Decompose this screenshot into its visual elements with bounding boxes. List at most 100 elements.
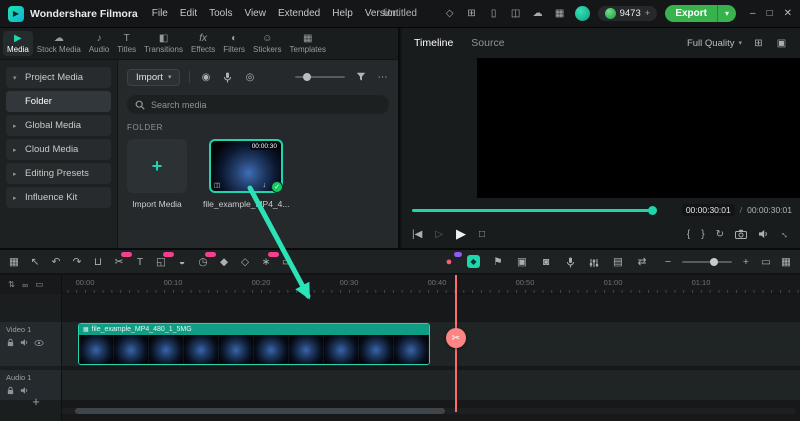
- avatar[interactable]: [574, 6, 590, 21]
- menu-tools[interactable]: Tools: [209, 8, 232, 19]
- slider-handle[interactable]: [303, 73, 311, 81]
- fit-timeline-icon[interactable]: ▭: [760, 255, 772, 269]
- snapshot-camera-icon[interactable]: [735, 229, 747, 239]
- lock-icon[interactable]: [6, 338, 15, 347]
- sidebar-item-influence-kit[interactable]: ▸ Influence Kit: [6, 187, 111, 208]
- split-icon[interactable]: ✂: [113, 251, 132, 269]
- voiceover-mic-icon[interactable]: [564, 255, 576, 268]
- toolbar-menu-icon[interactable]: ▦: [8, 255, 20, 269]
- menu-help[interactable]: Help: [332, 8, 353, 19]
- credits-badge[interactable]: 9473 +: [597, 6, 658, 21]
- menu-view[interactable]: View: [244, 8, 266, 19]
- maximize-button[interactable]: □: [767, 8, 773, 19]
- download-icon[interactable]: ↓: [263, 182, 267, 189]
- sidebar-item-folder[interactable]: Folder: [6, 91, 111, 112]
- ai-tools-icon[interactable]: ∗: [260, 251, 279, 269]
- mute-speaker-icon[interactable]: [20, 338, 29, 347]
- undo-icon[interactable]: ↶: [50, 255, 62, 269]
- playhead-scissors-icon[interactable]: ✂: [446, 328, 466, 348]
- horizontal-scrollbar-thumb[interactable]: [75, 408, 445, 414]
- keyframe-icon[interactable]: ◆: [218, 255, 230, 269]
- film-roll-icon[interactable]: ▤: [612, 255, 624, 269]
- lock-icon[interactable]: [6, 386, 15, 395]
- text-tool-icon[interactable]: T: [134, 255, 146, 269]
- audio-mixer-icon[interactable]: [588, 256, 600, 268]
- tab-transitions[interactable]: ◧ Transitions: [140, 31, 187, 56]
- tab-filters[interactable]: ◐ Filters: [219, 31, 249, 56]
- delete-icon[interactable]: ⊔: [92, 255, 104, 269]
- marker-icon[interactable]: ⚑: [492, 255, 504, 269]
- menu-edit[interactable]: Edit: [180, 8, 197, 19]
- rotate-icon[interactable]: ↻: [716, 229, 724, 240]
- search-input[interactable]: [151, 99, 381, 110]
- slider-handle[interactable]: [710, 257, 718, 266]
- media-clip-tile[interactable]: 00:00:30 ◫ ↓ ✓: [209, 139, 283, 193]
- record-button[interactable]: ●: [443, 251, 462, 269]
- chroma-key-icon[interactable]: ◙: [540, 255, 552, 269]
- seek-bar[interactable]: [412, 209, 652, 212]
- step-back-button[interactable]: |◀: [412, 229, 422, 240]
- add-keyframe-button[interactable]: ◆: [467, 255, 480, 268]
- auto-ripple-icon[interactable]: ⇄: [636, 255, 648, 269]
- add-credits-icon[interactable]: +: [645, 8, 651, 19]
- export-caret-icon[interactable]: ▾: [716, 5, 736, 22]
- close-button[interactable]: ✕: [784, 8, 792, 19]
- track-manager-icon[interactable]: ▦: [780, 255, 792, 269]
- import-button[interactable]: Import ▾: [127, 68, 181, 86]
- search-bar[interactable]: [127, 95, 389, 114]
- tab-effects[interactable]: fx Effects: [187, 31, 219, 56]
- zoom-in-icon[interactable]: +: [740, 255, 752, 269]
- link-clips-icon[interactable]: ∞: [22, 280, 28, 290]
- sidebar-item-project-media[interactable]: ▾ Project Media: [6, 67, 111, 88]
- render-icon[interactable]: ▭: [281, 255, 293, 269]
- speed-icon[interactable]: ◷: [197, 251, 216, 269]
- mobile-icon[interactable]: ▯: [487, 8, 501, 19]
- timeline-zoom-slider[interactable]: [682, 257, 732, 266]
- store-icon[interactable]: ◇: [443, 8, 457, 19]
- sidebar-item-editing-presets[interactable]: ▸ Editing Presets: [6, 163, 111, 184]
- add-track-button[interactable]: +: [28, 394, 44, 409]
- quality-dropdown[interactable]: Full Quality ▾: [687, 38, 742, 49]
- thumbnail-zoom-slider[interactable]: [295, 73, 345, 81]
- screencast-icon[interactable]: ◫: [509, 8, 523, 19]
- tab-stickers[interactable]: ☺ Stickers: [249, 31, 285, 56]
- collapse-tracks-icon[interactable]: ⇅: [8, 279, 15, 290]
- sidebar-item-global-media[interactable]: ▸ Global Media: [6, 115, 111, 136]
- menu-extended[interactable]: Extended: [278, 8, 320, 19]
- snapshot-icon[interactable]: ▣: [516, 255, 528, 269]
- sidebar-item-cloud-media[interactable]: ▸ Cloud Media: [6, 139, 111, 160]
- tab-audio[interactable]: ♪ Audio: [85, 31, 113, 56]
- crop-icon[interactable]: ◱: [155, 251, 174, 269]
- screen-record-icon[interactable]: ◉: [199, 72, 212, 83]
- tab-titles[interactable]: T Titles: [113, 31, 140, 56]
- minimize-button[interactable]: –: [750, 8, 756, 19]
- play-button[interactable]: ▶: [456, 226, 466, 242]
- preview-frame-icon[interactable]: ▣: [775, 38, 788, 49]
- volume-icon[interactable]: [758, 229, 769, 239]
- cloud-icon[interactable]: ☁: [531, 8, 545, 19]
- mask-icon[interactable]: ◒: [176, 255, 188, 269]
- more-options-icon[interactable]: ⋯: [376, 72, 389, 83]
- tab-timeline[interactable]: Timeline: [414, 37, 453, 49]
- filter-funnel-icon[interactable]: [354, 72, 367, 82]
- tab-templates[interactable]: ▦ Templates: [286, 31, 330, 56]
- layouts-icon[interactable]: ▦: [553, 8, 567, 19]
- transform-icon[interactable]: ◇: [239, 255, 251, 269]
- timeline-ruler[interactable]: 00:00 00:10 00:20 00:30 00:40 00:50 01:0…: [0, 275, 800, 294]
- menu-file[interactable]: File: [152, 8, 168, 19]
- select-tool-icon[interactable]: ↖: [29, 255, 41, 269]
- hide-eye-icon[interactable]: [34, 339, 44, 347]
- step-forward-button[interactable]: ▷: [435, 229, 443, 240]
- mark-in-button[interactable]: {: [687, 229, 690, 240]
- microphone-icon[interactable]: [221, 72, 234, 83]
- plugins-icon[interactable]: ⊞: [465, 8, 479, 19]
- fullscreen-icon[interactable]: ↔: [778, 227, 793, 242]
- export-button[interactable]: Export ▾: [665, 5, 736, 22]
- tab-source[interactable]: Source: [471, 37, 504, 49]
- redo-icon[interactable]: ↷: [71, 255, 83, 269]
- tab-stock-media[interactable]: ☁ Stock Media: [33, 31, 85, 56]
- stop-button[interactable]: □: [479, 229, 485, 240]
- zoom-out-icon[interactable]: −: [662, 255, 674, 269]
- import-media-tile[interactable]: +: [127, 139, 187, 193]
- tab-media[interactable]: ▶ Media: [3, 31, 33, 56]
